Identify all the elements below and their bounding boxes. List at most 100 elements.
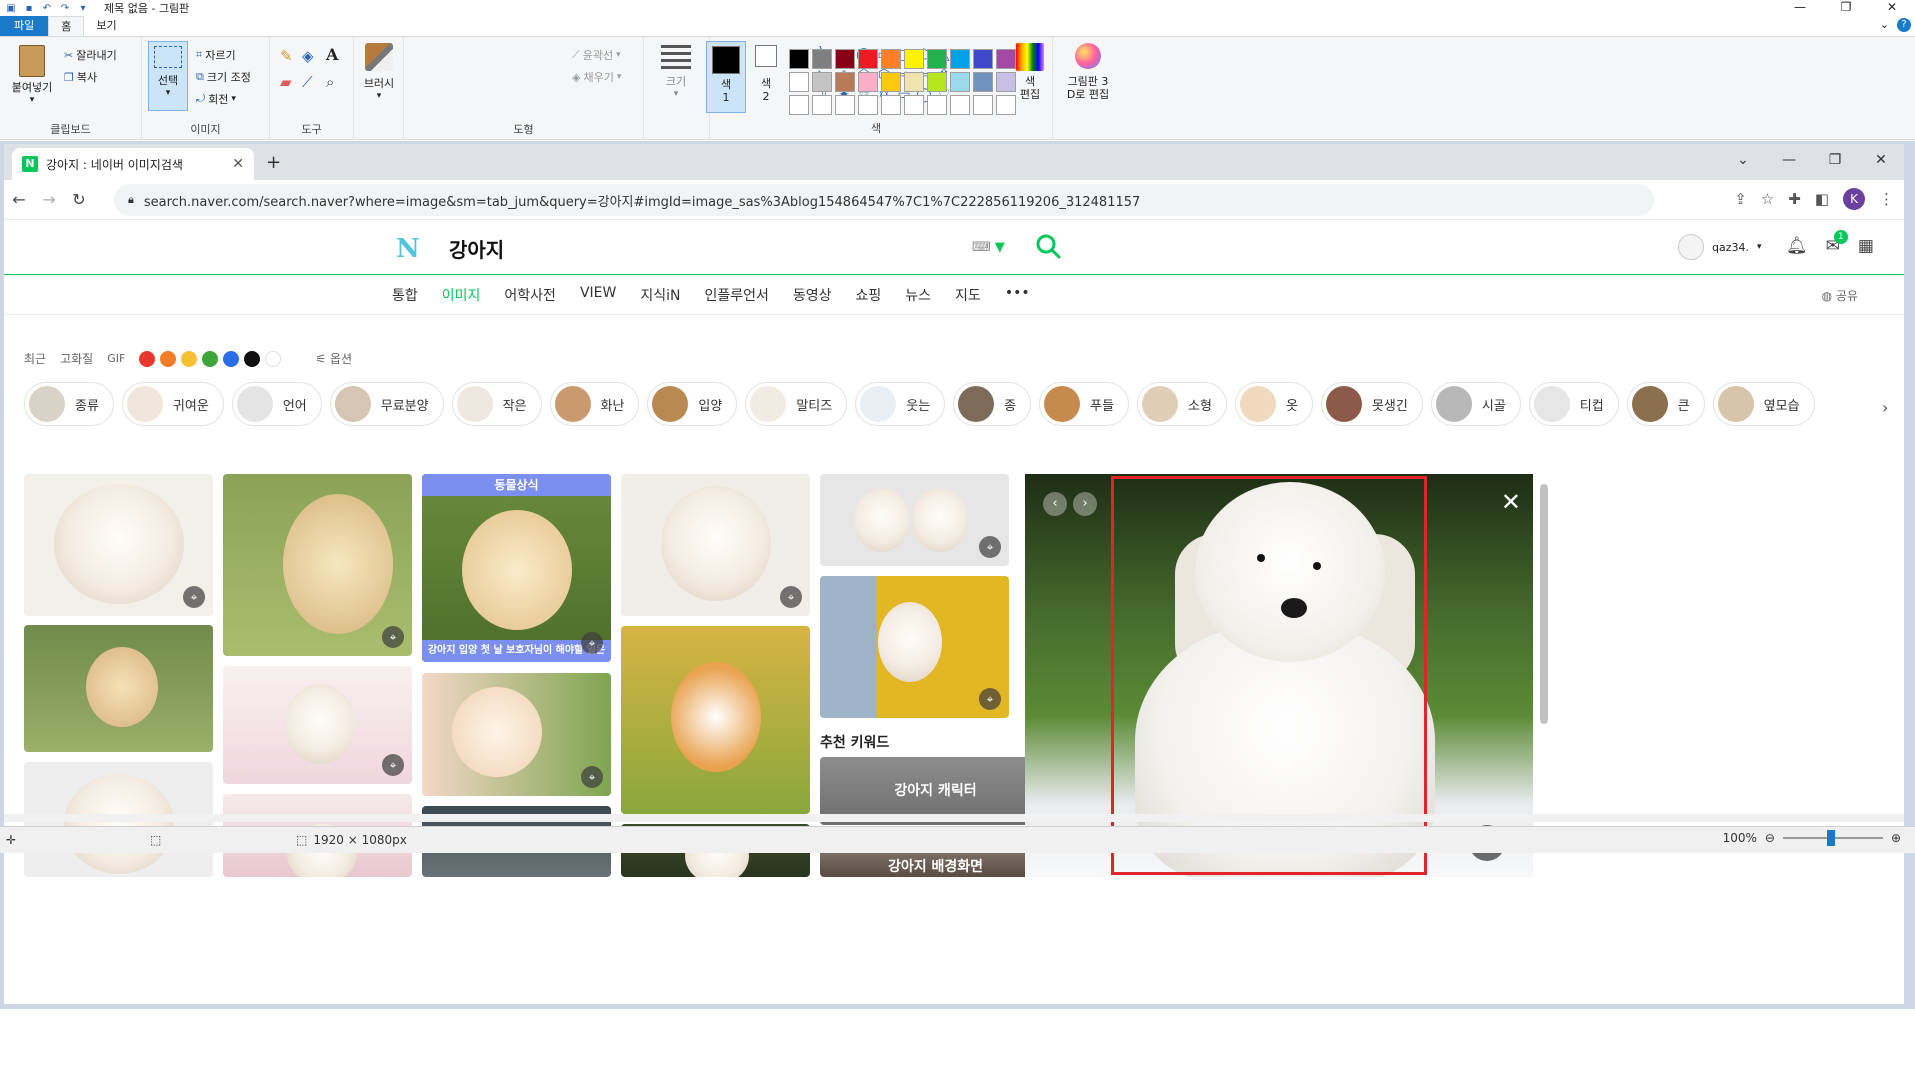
naver-logo-icon[interactable]: N (396, 234, 420, 264)
redo-icon[interactable]: ↷ (58, 2, 72, 14)
share-page-icon[interactable]: ⇪ (1734, 190, 1747, 208)
color-filter-dot[interactable] (223, 350, 240, 367)
image-result[interactable]: 동물상식 강아지 입양 첫 날 보호자님이 해야할 일은 ⌖ (422, 474, 611, 662)
reload-icon[interactable]: ↻ (64, 190, 94, 209)
palette-swatch[interactable] (973, 49, 993, 69)
palette-swatch[interactable] (789, 49, 809, 69)
save-icon[interactable]: ▪ (22, 2, 36, 14)
palette-swatch[interactable] (858, 49, 878, 69)
tab-search-icon[interactable]: ⌄ (1720, 144, 1766, 176)
paste-dropdown-icon[interactable]: ▾ (30, 94, 35, 107)
tab-file[interactable]: 파일 (0, 16, 49, 36)
brushes-dropdown-icon[interactable]: ▾ (377, 90, 382, 103)
resize-button[interactable]: ⧉ 크기 조정 (196, 69, 251, 85)
color1-button[interactable]: 색 1 (706, 41, 746, 113)
palette-swatch[interactable] (835, 49, 855, 69)
color2-button[interactable]: 색 2 (748, 41, 784, 103)
search-tab[interactable]: 지식iN (640, 285, 680, 305)
rotate-button[interactable]: ⤾ 회전 ▾ (196, 91, 236, 107)
search-tab[interactable]: 지도 (955, 285, 981, 305)
apps-grid-icon[interactable]: ▦ (1858, 236, 1874, 256)
pencil-icon[interactable]: ✎ (280, 47, 293, 65)
browser-tab[interactable]: N 강아지 : 네이버 이미지검색 ✕ (12, 148, 254, 180)
tab-view[interactable]: 보기 (84, 16, 128, 36)
related-chip[interactable]: 입양 (647, 382, 738, 426)
maximize-button[interactable]: ❐ (1823, 0, 1869, 14)
location-pin-icon[interactable]: ⌖ (780, 586, 802, 608)
new-tab-icon[interactable]: + (266, 152, 281, 173)
search-tab[interactable]: 쇼핑 (856, 285, 882, 305)
keyboard-icon[interactable]: ⌨ ▼ (972, 240, 1005, 255)
related-chip[interactable]: 귀여운 (121, 382, 224, 426)
location-pin-icon[interactable]: ⌖ (979, 536, 1001, 558)
related-chip[interactable]: 옷 (1234, 382, 1313, 426)
size-button[interactable]: 크기 ▾ (656, 45, 696, 101)
zoom-out-icon[interactable]: ⊖ (1765, 831, 1775, 845)
profile-avatar[interactable]: K (1843, 188, 1865, 210)
related-chip[interactable]: 작은 (451, 382, 542, 426)
zoom-in-icon[interactable]: ⊕ (1891, 831, 1901, 845)
user-menu[interactable]: qaz34. ▾ (1678, 234, 1762, 260)
cut-button[interactable]: ✂ 잘라내기 (64, 47, 117, 63)
palette-swatch[interactable] (927, 95, 947, 115)
search-tab[interactable]: 어학사전 (504, 285, 556, 305)
rotate-dropdown-icon[interactable]: ▾ (231, 94, 236, 104)
customize-qa-icon[interactable]: ▾ (76, 2, 90, 14)
palette-swatch[interactable] (927, 72, 947, 92)
magnifier-icon[interactable]: ⌕ (326, 73, 334, 91)
palette-swatch[interactable] (881, 95, 901, 115)
palette-swatch[interactable] (973, 72, 993, 92)
related-chip[interactable]: 티컵 (1528, 382, 1619, 426)
browser-close-button[interactable]: ✕ (1858, 144, 1904, 176)
location-pin-icon[interactable]: ⌖ (581, 766, 603, 788)
paint-canvas[interactable]: N 강아지 : 네이버 이미지검색 ✕ + ⌄ — ❐ ✕ ← → ↻ 🔒︎ s… (0, 141, 1915, 1009)
color-filter-dot[interactable] (202, 350, 219, 367)
next-image-icon[interactable]: › (1073, 492, 1097, 516)
related-chip[interactable]: 종 (953, 382, 1032, 426)
address-bar[interactable]: 🔒︎ search.naver.com/search.naver?where=i… (114, 184, 1654, 216)
palette-swatch[interactable] (950, 49, 970, 69)
search-tab[interactable]: 뉴스 (905, 285, 931, 305)
image-result[interactable] (621, 626, 810, 814)
related-chip[interactable]: 옆모습 (1712, 382, 1815, 426)
palette-swatch[interactable] (812, 95, 832, 115)
viewer-scroll-thumb[interactable] (1540, 484, 1548, 724)
browser-minimize-button[interactable]: — (1766, 144, 1812, 176)
crop-button[interactable]: ⌗ 자르기 (196, 47, 236, 63)
palette-swatch[interactable] (904, 49, 924, 69)
select-button[interactable]: 선택 ▾ (148, 41, 188, 111)
fill-button[interactable]: ◈ 채우기 ▾ (572, 69, 621, 85)
search-tab[interactable]: 동영상 (793, 285, 832, 305)
outline-dropdown-icon[interactable]: ▾ (616, 50, 621, 60)
bookmark-star-icon[interactable]: ☆ (1761, 190, 1774, 208)
side-panel-icon[interactable]: ◧ (1815, 190, 1829, 208)
location-pin-icon[interactable]: ⌖ (979, 688, 1001, 710)
search-tab[interactable]: 통합 (392, 285, 418, 305)
image-result[interactable]: ⌖ (223, 666, 412, 784)
fill-dropdown-icon[interactable]: ▾ (617, 72, 622, 82)
filter-recent[interactable]: 최근 (24, 350, 46, 367)
palette-swatch[interactable] (881, 72, 901, 92)
related-chip[interactable]: 푸들 (1039, 382, 1130, 426)
color-filter-dot[interactable] (139, 350, 156, 367)
palette-swatch[interactable] (927, 49, 947, 69)
related-chip[interactable]: 큰 (1626, 382, 1705, 426)
palette-swatch[interactable] (881, 49, 901, 69)
brushes-button[interactable]: 브러시 ▾ (358, 43, 400, 103)
related-chip[interactable]: 소형 (1137, 382, 1227, 426)
search-tab[interactable]: 인플루언서 (704, 285, 768, 305)
color-filter-dot[interactable] (244, 350, 261, 367)
mail-icon[interactable]: ✉ 1 (1826, 230, 1848, 256)
color-filter-dot[interactable] (265, 350, 282, 367)
undo-icon[interactable]: ↶ (40, 2, 54, 14)
paste-button[interactable]: 붙여넣기 ▾ (6, 45, 58, 107)
palette-swatch[interactable] (812, 72, 832, 92)
eraser-icon[interactable]: ▰ (280, 73, 292, 91)
image-result[interactable]: ⌖ (820, 474, 1009, 566)
palette-swatch[interactable] (858, 95, 878, 115)
location-pin-icon[interactable]: ⌖ (581, 632, 603, 654)
select-dropdown-icon[interactable]: ▾ (166, 87, 171, 100)
related-chip[interactable]: 못생긴 (1320, 382, 1423, 426)
image-result[interactable] (24, 625, 213, 752)
filter-gif[interactable]: GIF (107, 352, 125, 365)
